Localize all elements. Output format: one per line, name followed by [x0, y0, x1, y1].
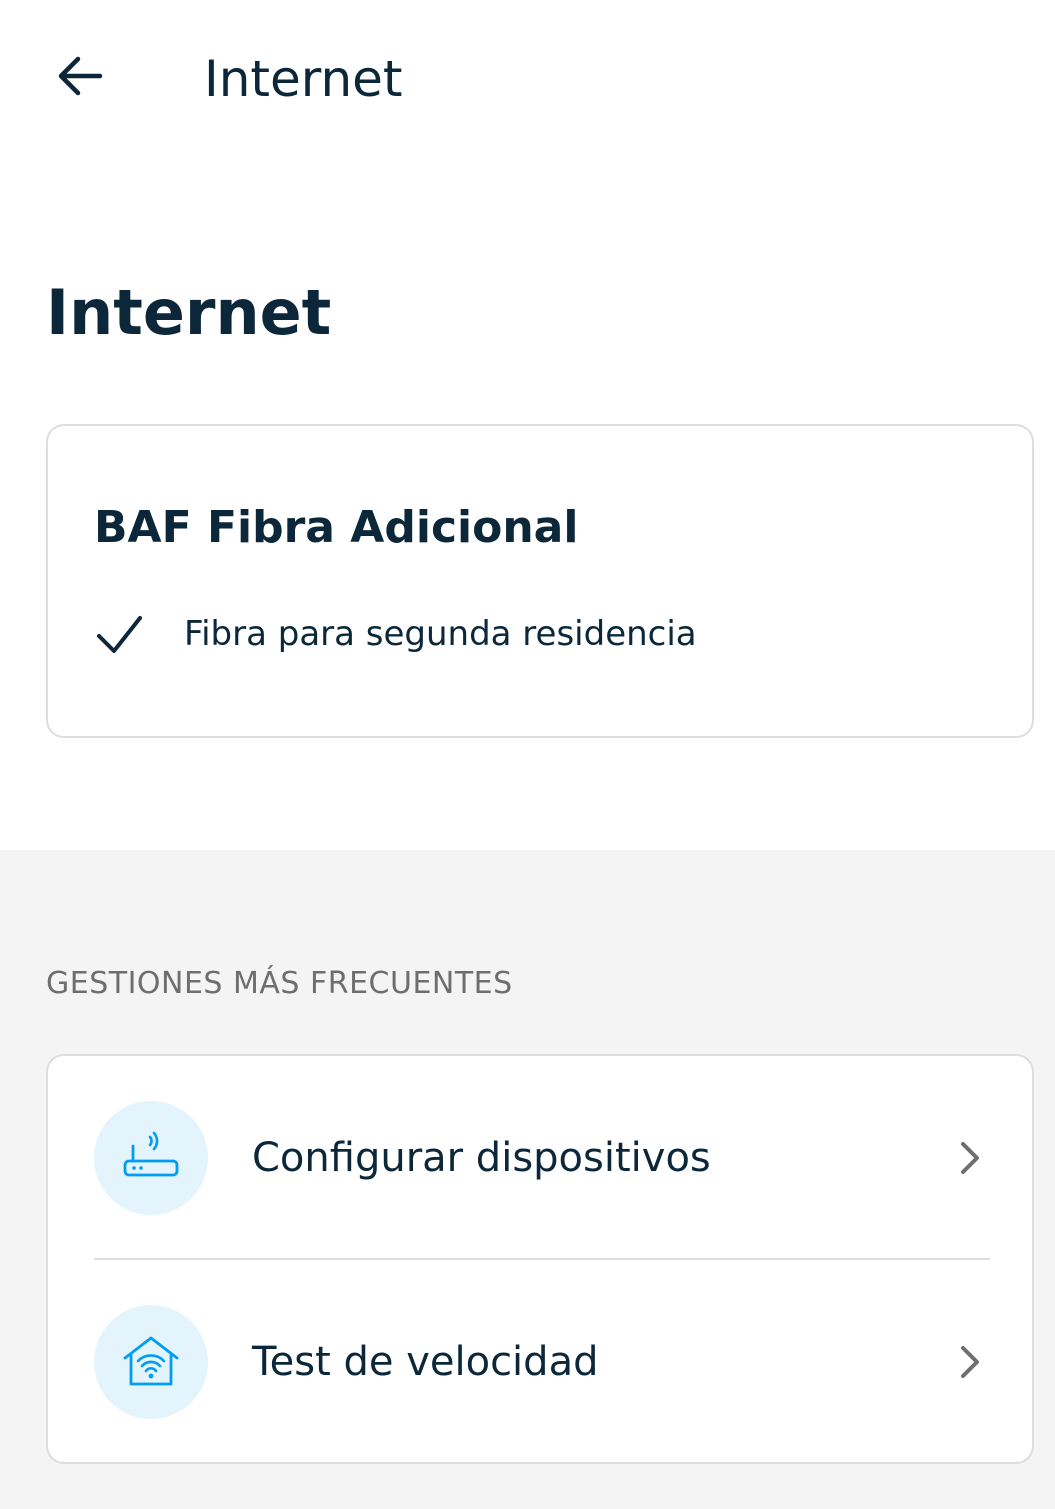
home-wifi-icon [123, 1336, 179, 1386]
speed-test-row[interactable]: Test de velocidad [48, 1260, 1032, 1464]
back-button[interactable] [46, 42, 114, 110]
actions-card: Configurar dispositivos Test de velocida… [46, 1054, 1034, 1464]
router-icon [123, 1131, 179, 1177]
configure-devices-row[interactable]: Configurar dispositivos [48, 1056, 1032, 1260]
product-card: BAF Fibra Adicional Fibra para segunda r… [46, 424, 1034, 738]
section-label: GESTIONES MÁS FRECUENTES [46, 966, 513, 1001]
frequent-actions-section: GESTIONES MÁS FRECUENTES Configurar disp… [0, 850, 1055, 1509]
internet-page: Internet Internet BAF Fibra Adicional Fi… [0, 0, 1055, 1509]
feature-item: Fibra para segunda residencia [94, 608, 697, 660]
product-name: BAF Fibra Adicional [94, 502, 579, 553]
top-app-bar: Internet [0, 0, 1055, 160]
arrow-left-icon [58, 56, 103, 96]
page-title: Internet [46, 276, 332, 349]
feature-text: Fibra para segunda residencia [184, 614, 697, 654]
chevron-right-icon [948, 1136, 992, 1180]
action-label: Configurar dispositivos [252, 1135, 711, 1181]
icon-circle [94, 1305, 208, 1419]
icon-circle [94, 1101, 208, 1215]
chevron-right-icon [948, 1340, 992, 1384]
app-bar-title: Internet [204, 50, 403, 108]
check-icon [94, 608, 146, 660]
action-label: Test de velocidad [252, 1339, 599, 1385]
